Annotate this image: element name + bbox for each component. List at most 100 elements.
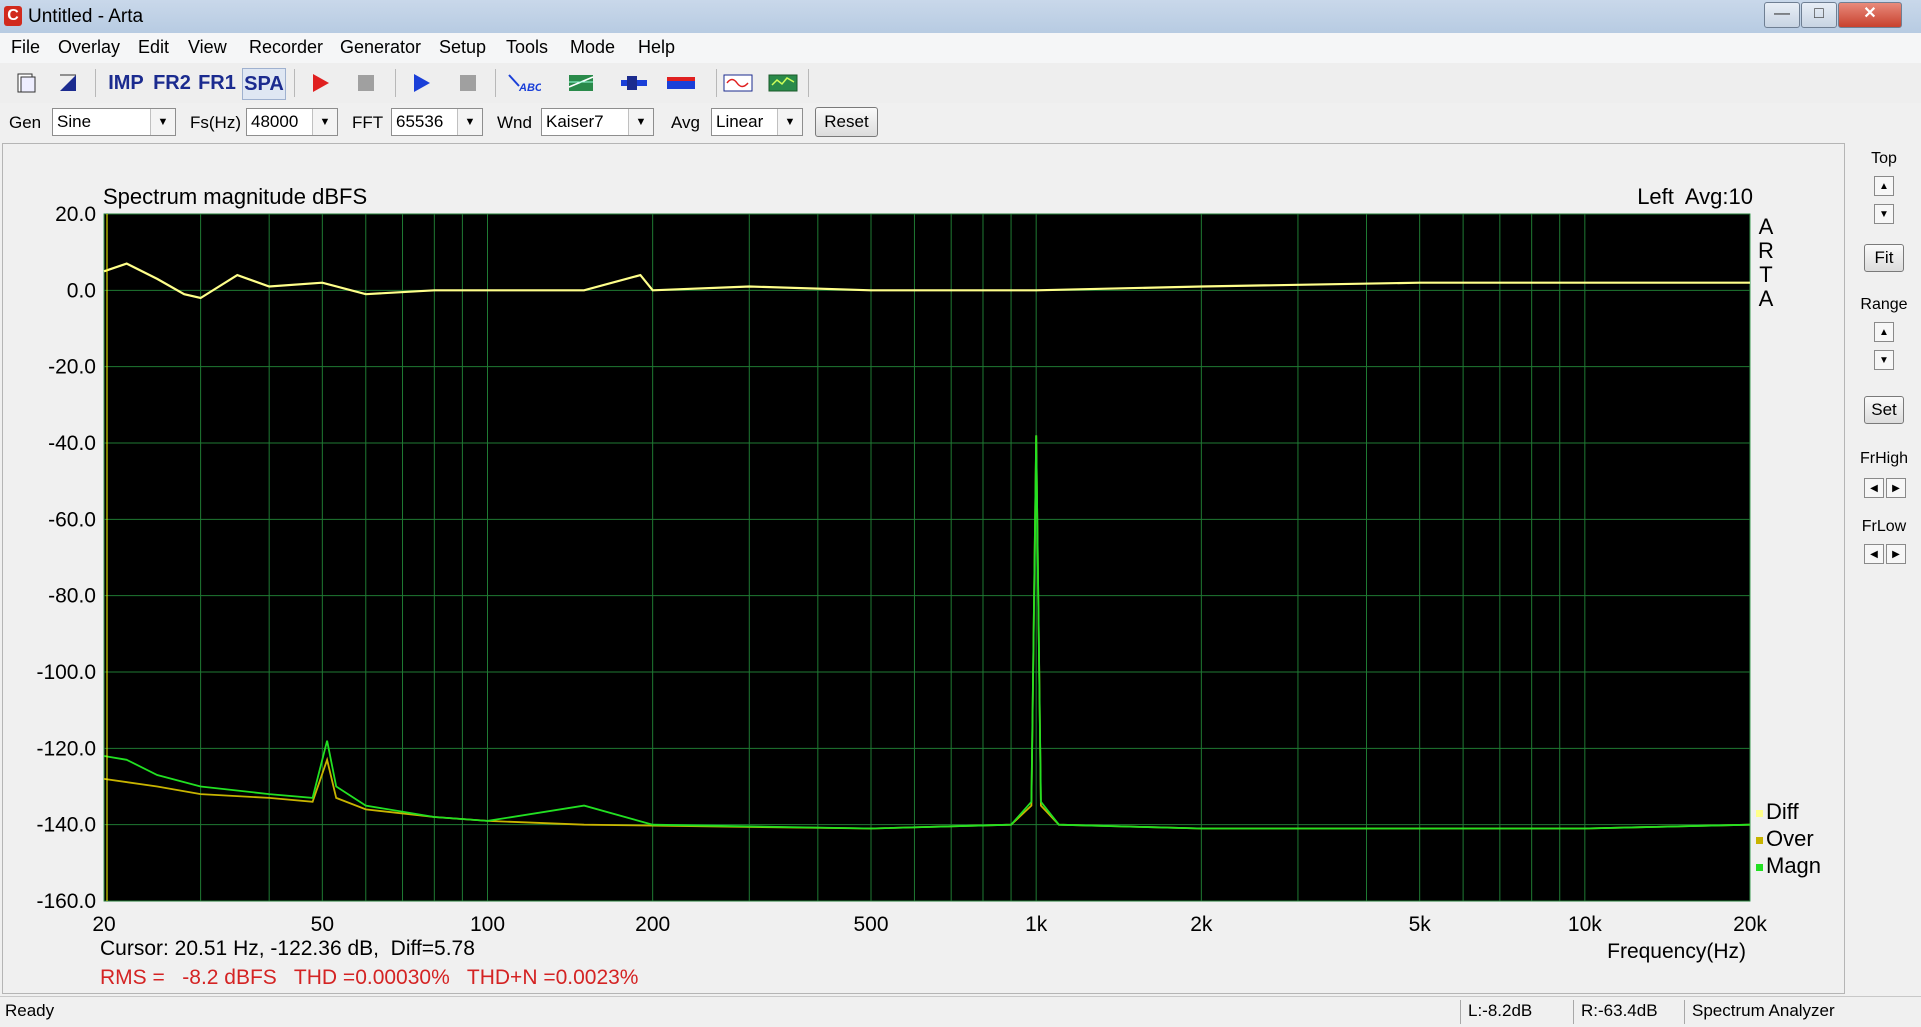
impulse-mode-button[interactable]: IMP — [104, 68, 148, 98]
gen-value: Sine — [57, 112, 92, 131]
chart-grid-icon[interactable] — [566, 68, 596, 98]
abc-icon[interactable]: ABC — [506, 68, 542, 98]
fft-select[interactable]: 65536 ▼ — [391, 108, 483, 136]
cursor-readout: Cursor: 20.51 Hz, -122.36 dB, Diff=5.78 — [100, 937, 475, 960]
y-tick-label: -60.0 — [48, 508, 96, 531]
new-icon[interactable] — [12, 68, 40, 98]
x-tick-label: 500 — [853, 913, 888, 936]
record-icon[interactable] — [306, 68, 334, 98]
status-mode: Spectrum Analyzer — [1692, 1001, 1835, 1020]
range-up-button[interactable]: ▲ — [1874, 322, 1894, 342]
chevron-down-icon: ▼ — [312, 109, 337, 135]
meter-icon[interactable] — [664, 68, 698, 98]
fit-button[interactable]: Fit — [1864, 244, 1904, 272]
control-bar: Gen Sine ▼ Fs(Hz) 48000 ▼ FFT 65536 ▼ Wn… — [0, 103, 1921, 141]
scope-icon[interactable] — [766, 68, 800, 98]
y-tick-label: -40.0 — [48, 432, 96, 455]
avg-select[interactable]: Linear ▼ — [711, 108, 803, 136]
stop-record-icon[interactable] — [352, 68, 380, 98]
set-button[interactable]: Set — [1864, 396, 1904, 424]
y-tick-label: -140.0 — [36, 814, 96, 837]
fs-label: Fs(Hz) — [190, 113, 241, 132]
chevron-down-icon: ▼ — [150, 109, 175, 135]
connector-icon[interactable] — [618, 68, 650, 98]
reset-button[interactable]: Reset — [815, 107, 878, 137]
top-down-button[interactable]: ▼ — [1874, 204, 1894, 224]
x-tick-label: 1k — [1025, 913, 1048, 936]
wnd-value: Kaiser7 — [546, 112, 604, 131]
menu-file[interactable]: File — [11, 37, 40, 58]
plot-background — [103, 213, 1751, 902]
sine-icon[interactable] — [721, 68, 755, 98]
frhigh-left-button[interactable]: ◀ — [1864, 478, 1884, 498]
status-ready: Ready — [5, 1001, 55, 1020]
menu-overlay[interactable]: Overlay — [58, 37, 120, 58]
title-bar: C Untitled - Arta — □ ✕ — [0, 0, 1921, 34]
x-axis-label: Frequency(Hz) — [1607, 940, 1746, 963]
frlow-left-button[interactable]: ◀ — [1864, 544, 1884, 564]
stop-play-icon[interactable] — [454, 68, 482, 98]
menu-mode[interactable]: Mode — [570, 37, 615, 58]
legend-swatch-magn — [1756, 864, 1763, 871]
menu-help[interactable]: Help — [638, 37, 675, 58]
frhigh-right-button[interactable]: ▶ — [1886, 478, 1906, 498]
menu-tools[interactable]: Tools — [506, 37, 548, 58]
spectrum-plot-panel: Spectrum magnitude dBFS Left Avg:10 20.0… — [2, 143, 1845, 994]
rms-thd-readout: RMS = -8.2 dBFS THD =0.00030% THD+N =0.0… — [100, 966, 639, 989]
arta-letter: R — [1758, 238, 1774, 263]
range-label: Range — [1860, 296, 1908, 313]
menu-recorder[interactable]: Recorder — [249, 37, 323, 58]
window-title: Untitled - Arta — [28, 6, 144, 27]
menu-setup[interactable]: Setup — [439, 37, 486, 58]
spectrum-chart[interactable]: 20.0 0.0 -20.0 -40.0 -60.0 -80.0 -100.0 -120.0 -… — [3, 144, 1846, 995]
wnd-label: Wnd — [497, 113, 532, 132]
x-tick-label: 20 — [92, 913, 115, 936]
x-tick-label: 50 — [311, 913, 334, 936]
y-tick-label: -120.0 — [36, 737, 96, 760]
fr2-mode-button[interactable]: FR2 — [152, 68, 192, 98]
minimize-button[interactable]: — — [1764, 2, 1800, 28]
y-tick-label: -100.0 — [36, 661, 96, 684]
fft-value: 65536 — [396, 112, 444, 131]
legend-label-over: Over — [1766, 826, 1814, 851]
chevron-down-icon: ▼ — [628, 109, 653, 135]
status-bar: Ready L:-8.2dB R:-63.4dB Spectrum Analyz… — [0, 996, 1921, 1027]
range-down-button[interactable]: ▼ — [1874, 350, 1894, 370]
arta-app-icon: C — [4, 6, 22, 26]
legend-swatch-over — [1756, 837, 1763, 844]
fr1-mode-button[interactable]: FR1 — [197, 68, 237, 98]
status-right-level: R:-63.4dB — [1581, 1001, 1658, 1020]
y-tick-label: -160.0 — [36, 890, 96, 913]
play-icon[interactable] — [407, 68, 435, 98]
chevron-down-icon: ▼ — [457, 109, 482, 135]
maximize-button[interactable]: □ — [1801, 2, 1837, 28]
wnd-select[interactable]: Kaiser7 ▼ — [541, 108, 654, 136]
x-tick-label: 200 — [635, 913, 670, 936]
top-up-button[interactable]: ▲ — [1874, 176, 1894, 196]
avg-label: Avg — [671, 113, 700, 132]
y-tick-label: 0.0 — [67, 279, 96, 302]
x-tick-label: 100 — [470, 913, 505, 936]
toolbar: IMP FR2 FR1 SPA ABC — [0, 63, 1921, 104]
x-tick-label: 5k — [1409, 913, 1432, 936]
frlow-right-button[interactable]: ▶ — [1886, 544, 1906, 564]
legend-label-diff: Diff — [1766, 799, 1799, 824]
fs-select[interactable]: 48000 ▼ — [246, 108, 338, 136]
frlow-label: FrLow — [1861, 518, 1907, 535]
close-button[interactable]: ✕ — [1838, 2, 1902, 28]
gen-select[interactable]: Sine ▼ — [52, 108, 176, 136]
menu-generator[interactable]: Generator — [340, 37, 421, 58]
fft-label: FFT — [352, 113, 384, 132]
y-tick-label: -20.0 — [48, 356, 96, 379]
legend-swatch-diff — [1756, 810, 1763, 817]
legend-label-magn: Magn — [1766, 853, 1821, 878]
x-tick-label: 2k — [1190, 913, 1213, 936]
menu-edit[interactable]: Edit — [138, 37, 169, 58]
menu-view[interactable]: View — [188, 37, 227, 58]
arta-letter: A — [1759, 214, 1774, 239]
open-icon[interactable] — [54, 68, 82, 98]
menu-bar: File Overlay Edit View Recorder Generato… — [0, 33, 1921, 64]
spa-mode-button[interactable]: SPA — [242, 68, 286, 100]
svg-text:ABC: ABC — [518, 82, 541, 94]
top-label: Top — [1871, 150, 1897, 167]
